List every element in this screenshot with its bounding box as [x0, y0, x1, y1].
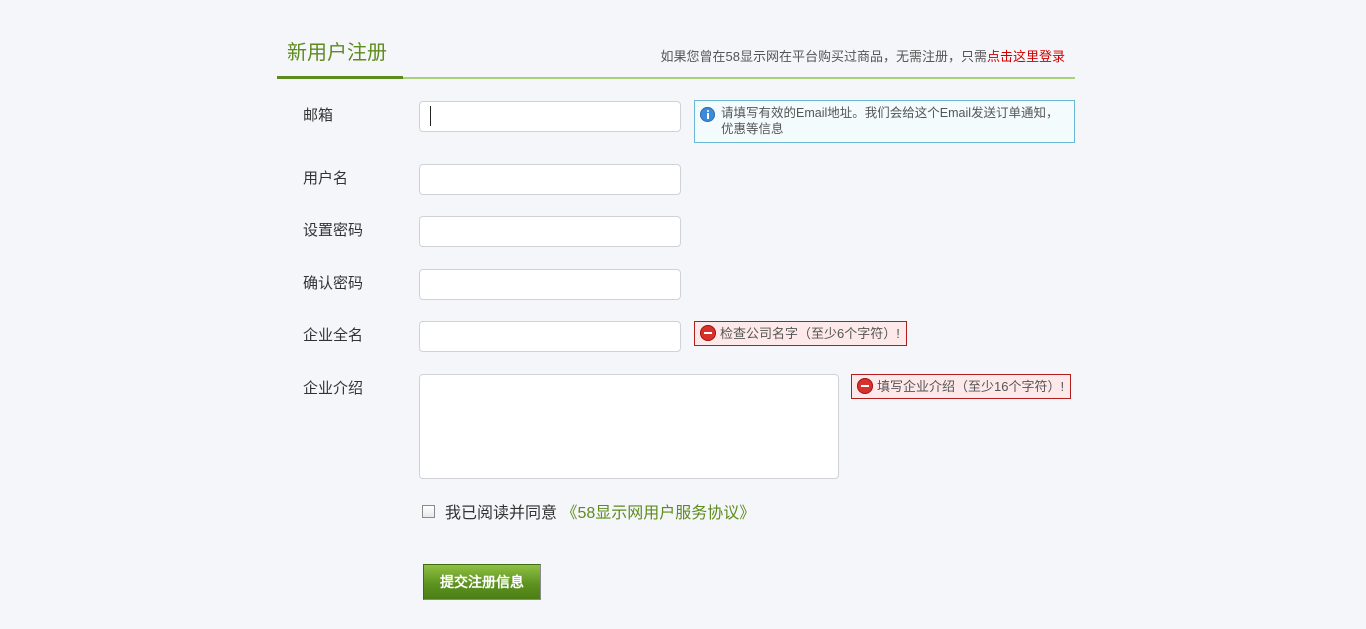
stop-icon [857, 378, 873, 394]
registration-panel: 新用户注册 如果您曾在58显示网在平台购买过商品，无需注册，只需点击这里登录 邮… [277, 0, 1075, 629]
login-hint-text: 如果您曾在58显示网在平台购买过商品，无需注册，只需 [660, 49, 987, 64]
stop-icon [700, 325, 716, 341]
submit-button[interactable]: 提交注册信息 [423, 564, 541, 600]
company-intro-label: 企业介绍 [303, 380, 364, 397]
agreement-checkbox[interactable] [422, 505, 435, 519]
email-label: 邮箱 [303, 107, 334, 124]
company-intro-field[interactable] [419, 374, 839, 479]
company-intro-error: 填写企业介绍（至少16个字符）! [851, 374, 1072, 399]
registration-header: 新用户注册 如果您曾在58显示网在平台购买过商品，无需注册，只需点击这里登录 [277, 0, 1075, 80]
email-tip: 请填写有效的Email地址。我们会给这个Email发送订单通知，优惠等信息 [694, 100, 1075, 143]
company-name-label: 企业全名 [303, 327, 364, 344]
login-hint: 如果您曾在58显示网在平台购买过商品，无需注册，只需点击这里登录 [661, 48, 1065, 66]
agreement-text: 我已阅读并同意 [445, 505, 558, 522]
info-icon [700, 107, 715, 122]
agreement-row: 我已阅读并同意 《58显示网用户服务协议》 [422, 503, 755, 525]
text-cursor [430, 106, 431, 126]
password-field[interactable] [419, 216, 681, 247]
password-label: 设置密码 [303, 222, 364, 239]
company-name-error: 检查公司名字（至少6个字符）! [694, 321, 907, 346]
title-underline [277, 76, 403, 79]
company-intro-error-text: 填写企业介绍（至少16个字符）! [877, 379, 1065, 394]
login-link[interactable]: 点击这里登录 [987, 49, 1065, 64]
email-tip-text: 请填写有效的Email地址。我们会给这个Email发送订单通知，优惠等信息 [721, 106, 1059, 136]
company-name-error-text: 检查公司名字（至少6个字符）! [720, 326, 900, 341]
confirm-password-field[interactable] [419, 269, 681, 300]
email-field[interactable] [419, 101, 681, 132]
username-label: 用户名 [303, 170, 349, 187]
page-title: 新用户注册 [287, 42, 387, 64]
username-field[interactable] [419, 164, 681, 195]
company-name-field[interactable] [419, 321, 681, 352]
confirm-password-label: 确认密码 [303, 275, 364, 292]
agreement-link[interactable]: 《58显示网用户服务协议》 [561, 505, 755, 522]
